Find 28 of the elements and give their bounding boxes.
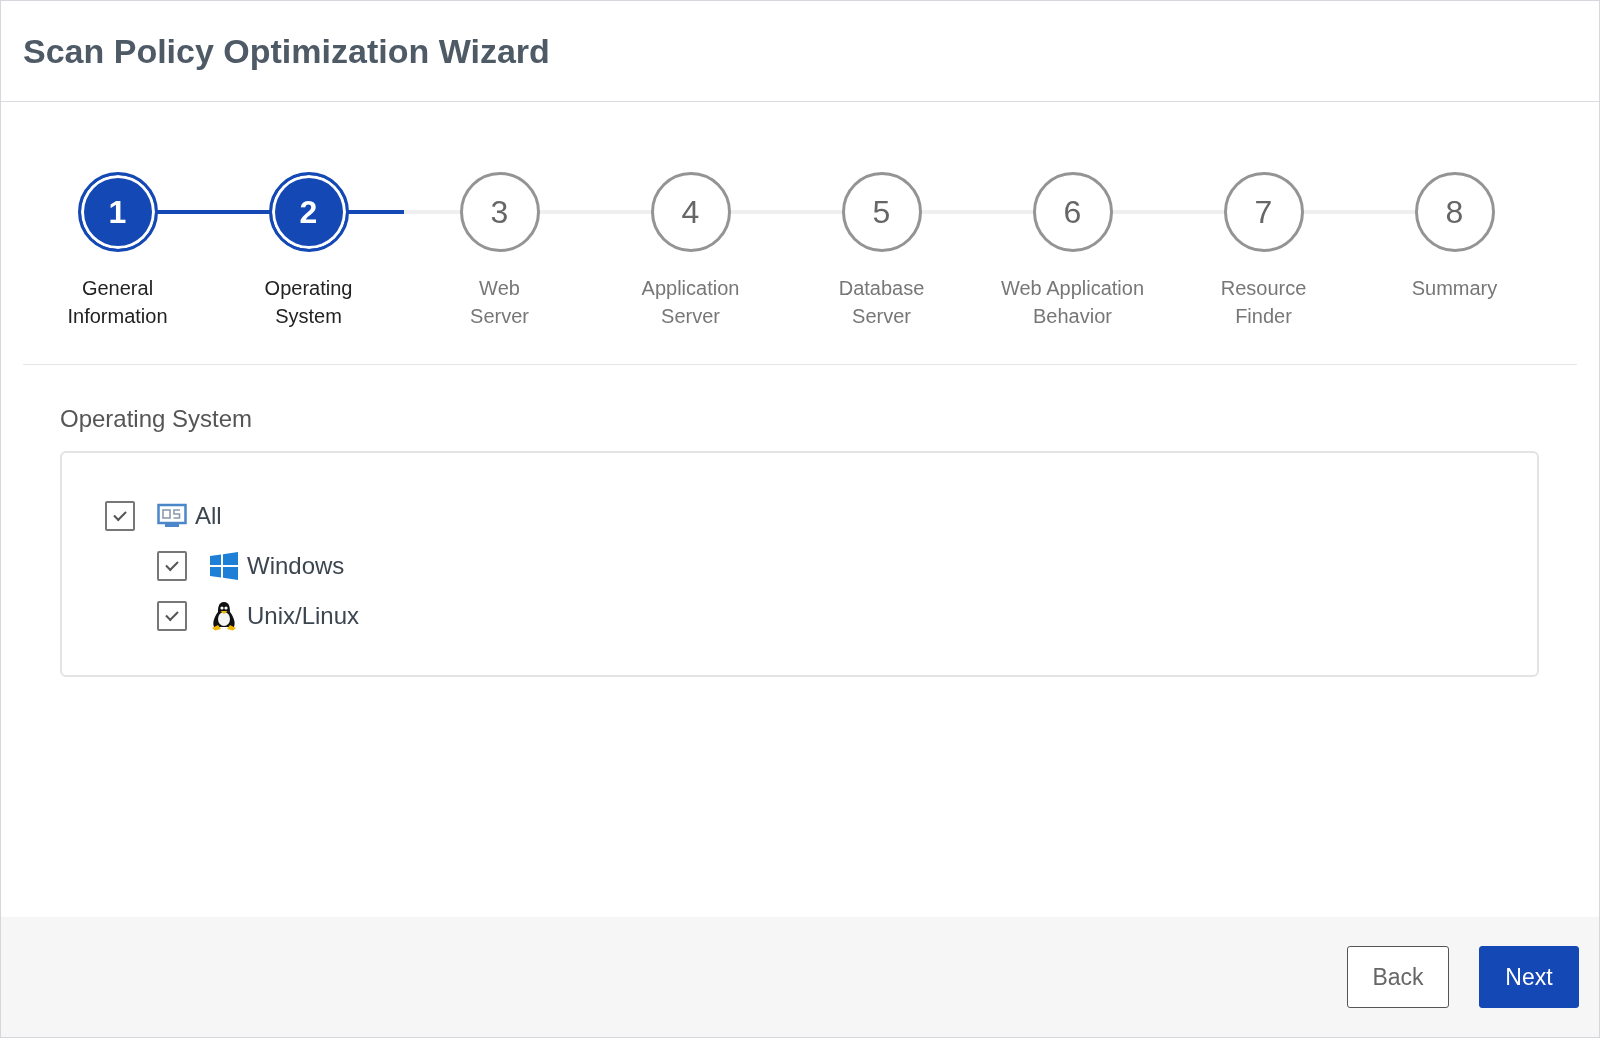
monitor-icon <box>157 503 187 529</box>
step-label: Database Server <box>838 276 925 329</box>
step-label: Web Server <box>470 276 529 329</box>
step-circle[interactable]: 8 <box>1414 172 1495 252</box>
back-button[interactable]: Back <box>1347 946 1449 1008</box>
section-title: Operating System <box>60 405 254 433</box>
step-circle[interactable]: 1 <box>77 172 158 252</box>
step-circle[interactable]: 7 <box>1223 172 1304 252</box>
step-circle[interactable]: 3 <box>459 172 540 252</box>
checkbox[interactable] <box>105 501 135 531</box>
step-circle[interactable]: 4 <box>650 172 731 252</box>
step-label: Operating System <box>264 276 353 329</box>
tree-item-label: Unix/Linux <box>247 602 360 630</box>
step-label: Summary <box>1411 276 1498 301</box>
windows-logo-icon <box>209 551 239 581</box>
next-button[interactable]: Next <box>1479 946 1579 1008</box>
checkbox[interactable] <box>157 601 187 631</box>
step-label: General Information <box>67 276 168 329</box>
step-circle[interactable]: 2 <box>268 172 349 252</box>
step-label: Web Application Behavior <box>1000 276 1145 329</box>
step-circle[interactable]: 5 <box>841 172 922 252</box>
step-label: Resource Finder <box>1220 276 1307 329</box>
tree-item-label: All <box>195 502 222 530</box>
step-circle[interactable]: 6 <box>1032 172 1113 252</box>
wizard-title: Scan Policy Optimization Wizard <box>23 31 550 71</box>
step-label: Application Server <box>641 276 740 329</box>
tree-item-label: Windows <box>247 552 345 580</box>
checkbox[interactable] <box>157 551 187 581</box>
